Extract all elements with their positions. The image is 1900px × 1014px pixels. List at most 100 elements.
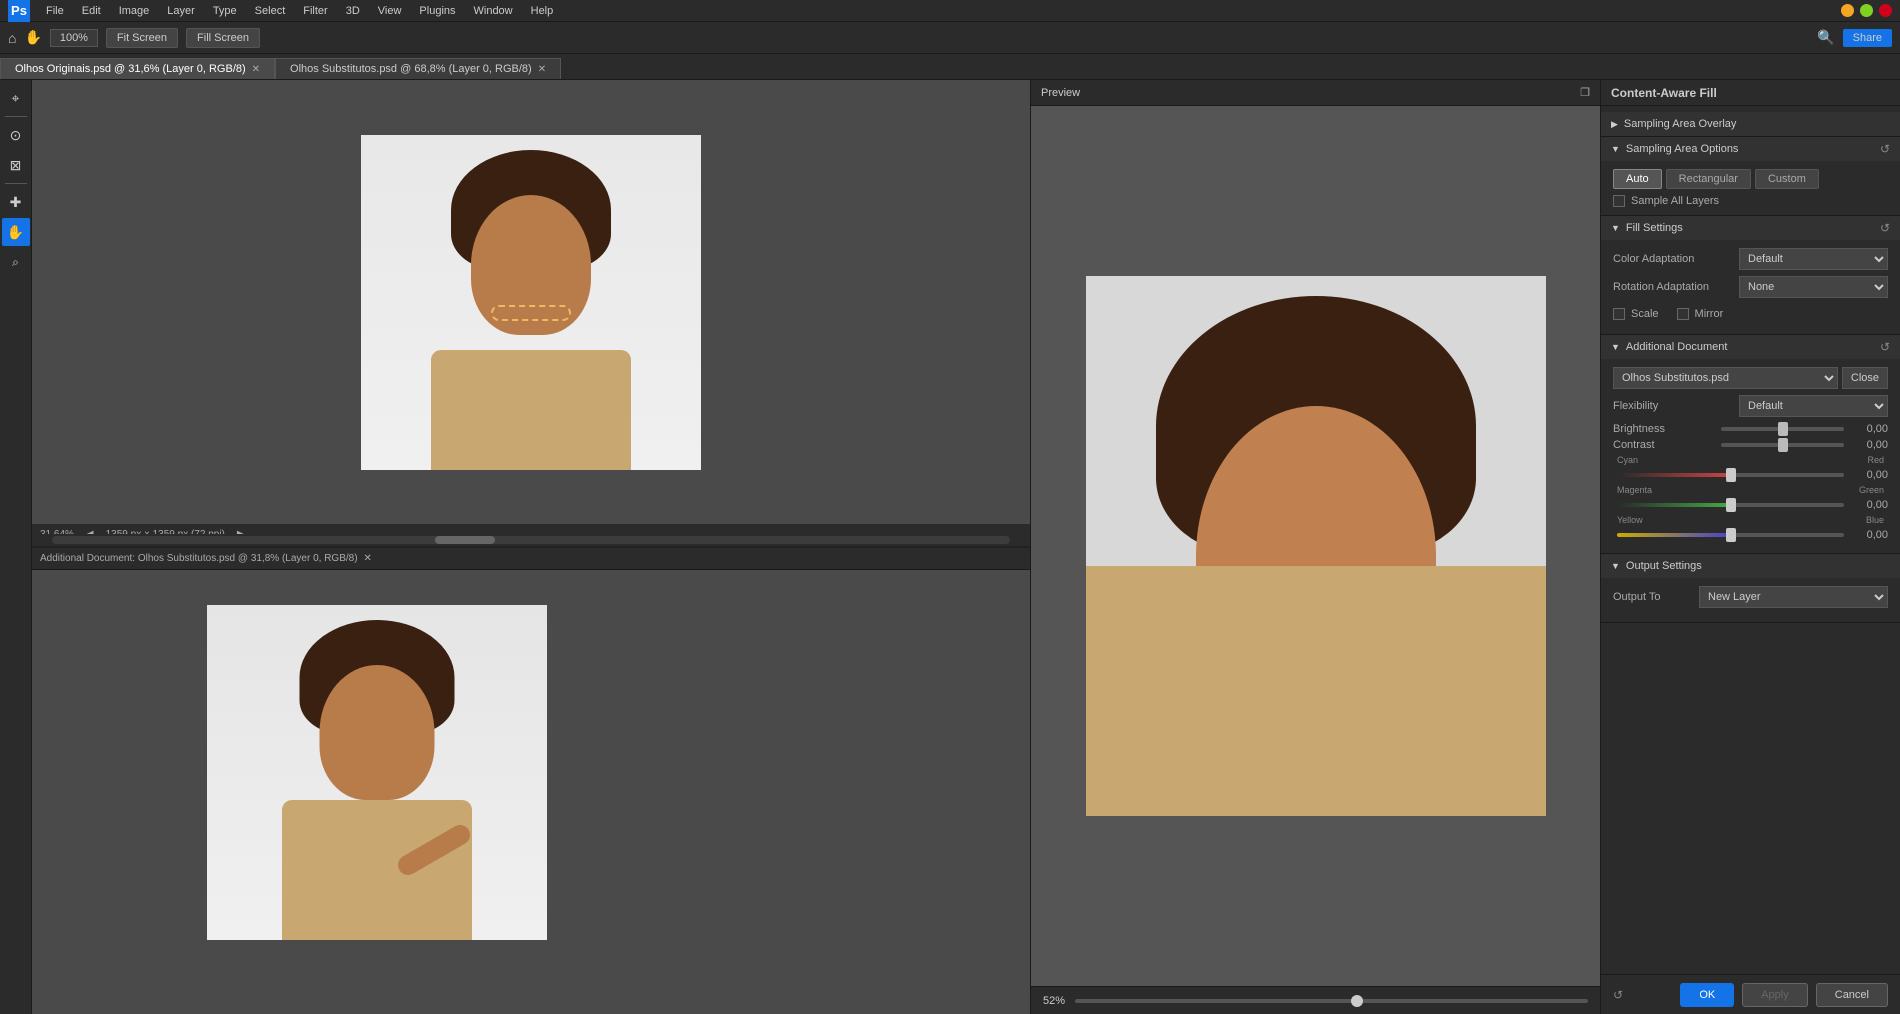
menu-type[interactable]: Type — [205, 3, 245, 19]
apply-button[interactable]: Apply — [1742, 983, 1808, 1007]
menu-select[interactable]: Select — [247, 3, 294, 19]
tab-label-2: Olhos Substitutos.psd @ 68,8% (Layer 0, … — [290, 63, 532, 75]
fill-screen-button[interactable]: Fill Screen — [186, 28, 260, 48]
tab-olhos-substitutos[interactable]: Olhos Substitutos.psd @ 68,8% (Layer 0, … — [275, 58, 561, 79]
tab-olhos-originais[interactable]: Olhos Originais.psd @ 31,6% (Layer 0, RG… — [0, 58, 275, 79]
share-icon[interactable]: Share — [1843, 29, 1892, 47]
fill-settings-content: Color Adaptation Default Rotation Adapta… — [1601, 240, 1900, 334]
sampling-custom-btn[interactable]: Custom — [1755, 169, 1819, 189]
additional-doc-header[interactable]: ▼ Additional Document ↺ — [1601, 335, 1900, 359]
yellow-value: 0,00 — [1852, 529, 1888, 541]
brightness-thumb[interactable] — [1778, 422, 1788, 436]
close-button[interactable] — [1879, 4, 1892, 17]
contrast-slider[interactable] — [1721, 443, 1844, 447]
magenta-green-slider[interactable] — [1617, 503, 1844, 507]
doc-select[interactable]: Olhos Substitutos.psd — [1613, 367, 1838, 389]
heal-tool[interactable]: ✚ — [2, 188, 30, 216]
zoom-input[interactable]: 100% — [50, 29, 98, 47]
menu-view[interactable]: View — [370, 3, 410, 19]
fill-settings-reset[interactable]: ↺ — [1880, 221, 1890, 235]
document-image-top[interactable] — [361, 135, 701, 470]
additional-doc-reset[interactable]: ↺ — [1880, 340, 1890, 354]
hand-tool-icon[interactable]: ✋ — [24, 29, 41, 46]
cyan-red-row: 0,00 — [1613, 469, 1888, 481]
footer-reset-icon[interactable]: ↺ — [1613, 988, 1623, 1002]
sampling-auto-btn[interactable]: Auto — [1613, 169, 1662, 189]
sampling-options-header[interactable]: ▼ Sampling Area Options ↺ — [1601, 137, 1900, 161]
tab-close-2[interactable]: ✕ — [538, 64, 546, 75]
sampling-overlay-header[interactable]: ▶ Sampling Area Overlay — [1601, 112, 1900, 136]
output-to-select[interactable]: New Layer Current Layer Duplicate Layer — [1699, 586, 1888, 608]
sample-all-layers-row: Sample All Layers — [1613, 195, 1888, 207]
yellow-blue-labels: Yellow Blue — [1613, 515, 1888, 525]
person-top — [361, 135, 701, 470]
lasso-tool[interactable]: ⊙ — [2, 121, 30, 149]
zoom-slider[interactable] — [1075, 999, 1588, 1003]
fill-settings-header[interactable]: ▼ Fill Settings ↺ — [1601, 216, 1900, 240]
yellow-blue-fill — [1617, 533, 1731, 537]
hscrollbar-top[interactable] — [32, 534, 1030, 546]
preview-image-area[interactable] — [1031, 106, 1600, 986]
brightness-slider[interactable] — [1721, 427, 1844, 431]
panel-body: ▶ Sampling Area Overlay ▼ Sampling Area … — [1601, 106, 1900, 974]
menu-window[interactable]: Window — [466, 3, 521, 19]
mirror-checkbox[interactable] — [1677, 308, 1689, 320]
canvas-content-top[interactable] — [32, 80, 1030, 524]
sampling-overlay-section: ▶ Sampling Area Overlay — [1601, 112, 1900, 137]
zoom-tool[interactable]: ⌕ — [2, 248, 30, 276]
output-settings-header[interactable]: ▼ Output Settings — [1601, 554, 1900, 578]
fit-screen-button[interactable]: Fit Screen — [106, 28, 178, 48]
sampling-options-arrow: ▼ — [1611, 144, 1620, 154]
crop-tool[interactable]: ⊠ — [2, 151, 30, 179]
move-tool[interactable]: ⌖ — [2, 84, 30, 112]
additional-doc-close[interactable]: ✕ — [364, 553, 372, 564]
color-adaptation-row: Color Adaptation Default — [1613, 248, 1888, 270]
sampling-options-label: Sampling Area Options — [1626, 143, 1739, 155]
sampling-overlay-label: Sampling Area Overlay — [1624, 118, 1737, 130]
sampling-options-reset[interactable]: ↺ — [1880, 142, 1890, 156]
menu-layer[interactable]: Layer — [159, 3, 203, 19]
magenta-green-thumb[interactable] — [1726, 498, 1736, 512]
scrollbar-thumb-top[interactable] — [435, 536, 495, 544]
menu-edit[interactable]: Edit — [74, 3, 109, 19]
home-icon[interactable]: ⌂ — [8, 30, 16, 46]
sample-all-layers-checkbox[interactable] — [1613, 195, 1625, 207]
contrast-row: Contrast 0,00 — [1613, 439, 1888, 451]
menu-file[interactable]: File — [38, 3, 72, 19]
magenta-green-row: 0,00 — [1613, 499, 1888, 511]
maximize-button[interactable] — [1860, 4, 1873, 17]
tab-close-1[interactable]: ✕ — [252, 64, 260, 75]
menu-plugins[interactable]: Plugins — [411, 3, 463, 19]
panel-footer: ↺ OK Apply Cancel — [1601, 974, 1900, 1014]
preview-collapse-icon[interactable]: ❐ — [1580, 86, 1590, 99]
scale-checkbox[interactable] — [1613, 308, 1625, 320]
sampling-rectangular-btn[interactable]: Rectangular — [1666, 169, 1751, 189]
sampling-options-section: ▼ Sampling Area Options ↺ Auto Rectangul… — [1601, 137, 1900, 216]
close-doc-button[interactable]: Close — [1842, 367, 1888, 389]
cyan-red-thumb[interactable] — [1726, 468, 1736, 482]
contrast-thumb[interactable] — [1778, 438, 1788, 452]
zoom-thumb[interactable] — [1351, 995, 1363, 1007]
color-adaptation-select[interactable]: Default — [1739, 248, 1888, 270]
hand-tool[interactable]: ✋ — [2, 218, 30, 246]
search-icon[interactable]: 🔍 — [1817, 29, 1834, 46]
menu-image[interactable]: Image — [111, 3, 158, 19]
flexibility-row: Flexibility Default — [1613, 395, 1888, 417]
yellow-blue-slider[interactable] — [1617, 533, 1844, 537]
document-image-bottom[interactable] — [207, 605, 547, 940]
ok-button[interactable]: OK — [1680, 983, 1734, 1007]
rotation-adaptation-select[interactable]: None — [1739, 276, 1888, 298]
preview-zoom-bar: 52% — [1031, 986, 1600, 1014]
cyan-red-slider[interactable] — [1617, 473, 1844, 477]
flexibility-select[interactable]: Default — [1739, 395, 1888, 417]
additional-doc-arrow: ▼ — [1611, 342, 1620, 352]
cancel-button[interactable]: Cancel — [1816, 983, 1888, 1007]
canvas-content-bottom[interactable] — [32, 570, 1030, 1014]
yellow-blue-thumb[interactable] — [1726, 528, 1736, 542]
menu-3d[interactable]: 3D — [338, 3, 368, 19]
right-panel: Content-Aware Fill ▶ Sampling Area Overl… — [1600, 80, 1900, 1014]
minimize-button[interactable] — [1841, 4, 1854, 17]
menu-help[interactable]: Help — [523, 3, 562, 19]
menu-filter[interactable]: Filter — [295, 3, 335, 19]
preview-title: Preview — [1041, 87, 1080, 99]
